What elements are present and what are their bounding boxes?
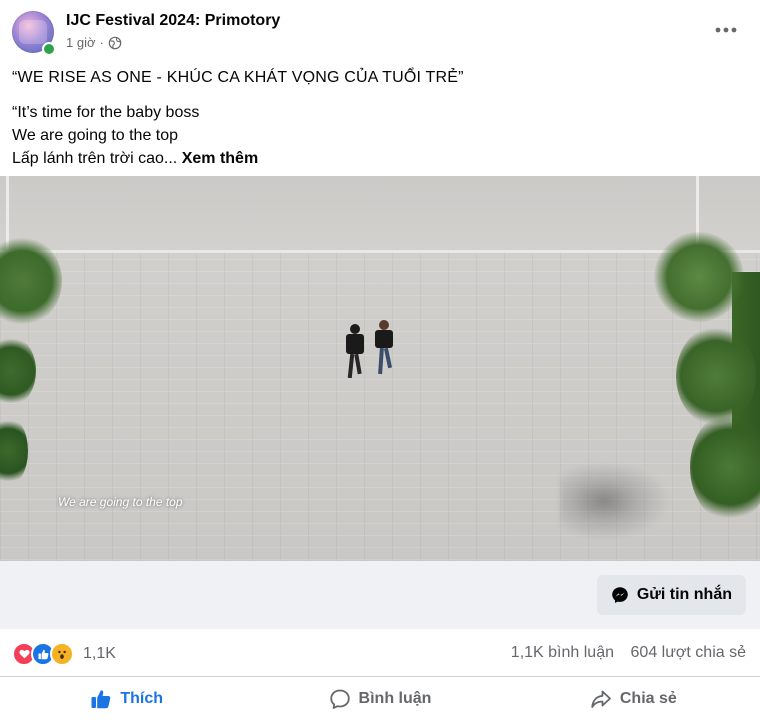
page-name-link[interactable]: IJC Festival 2024: Primotory <box>66 12 280 30</box>
more-options-icon[interactable] <box>712 20 740 40</box>
avatar-logo <box>19 20 47 44</box>
like-label: Thích <box>120 689 163 707</box>
post-stats: 1,1K 1,1K bình luận 604 lượt chia sẻ <box>0 630 760 677</box>
comment-button[interactable]: Bình luận <box>253 677 506 720</box>
video-caption: We are going to the top <box>58 495 183 509</box>
send-message-label: Gửi tin nhắn <box>636 586 732 603</box>
messenger-icon <box>612 587 628 603</box>
thumbs-up-icon <box>91 689 111 708</box>
like-button[interactable]: Thích <box>0 677 253 720</box>
share-label: Chia sẻ <box>619 689 677 707</box>
post-body-line: “It’s time for the baby boss <box>12 104 200 121</box>
share-button[interactable]: Chia sẻ <box>507 677 760 720</box>
meta-separator: · <box>99 35 104 50</box>
see-more-link[interactable]: Xem thêm <box>182 150 258 167</box>
post-title-line: “WE RISE AS ONE - KHÚC CA KHÁT VỌNG CỦA … <box>12 69 464 86</box>
ground-stain <box>560 461 670 541</box>
palm-tree-right <box>654 232 744 322</box>
globe-icon <box>108 36 122 49</box>
share-count-link[interactable]: 604 lượt chia sẻ <box>631 644 746 662</box>
post-body-line: We are going to the top <box>12 127 179 144</box>
online-status-indicator <box>42 42 56 56</box>
post-actions: Thích Bình luận Chia sẻ <box>0 677 760 720</box>
post-body-line-last: Lấp lánh trên trời cao... Xem thêm <box>12 147 742 170</box>
post-video[interactable]: We are going to the top <box>0 176 760 561</box>
comment-label: Bình luận <box>358 689 432 707</box>
comment-icon <box>329 689 350 709</box>
post-body-text: Lấp lánh trên trời cao... <box>12 150 178 167</box>
wow-reaction-icon <box>50 642 74 666</box>
share-arrow-icon <box>591 690 611 708</box>
post-meta: 1 giờ · <box>66 35 122 50</box>
post-text: “WE RISE AS ONE - KHÚC CA KHÁT VỌNG CỦA … <box>12 66 742 170</box>
shrub-right <box>676 326 756 426</box>
video-frame-upper-tiles <box>0 176 760 253</box>
reactions-summary[interactable]: 1,1K <box>12 642 116 666</box>
post-header: IJC Festival 2024: Primotory 1 giờ · <box>0 0 760 62</box>
reaction-count: 1,1K <box>83 645 116 662</box>
comment-count-link[interactable]: 1,1K bình luận <box>511 644 614 662</box>
cta-bar: Gửi tin nhắn <box>0 561 760 629</box>
shrub-right <box>690 412 760 522</box>
send-message-button[interactable]: Gửi tin nhắn <box>596 575 746 615</box>
post-time[interactable]: 1 giờ <box>66 35 96 50</box>
